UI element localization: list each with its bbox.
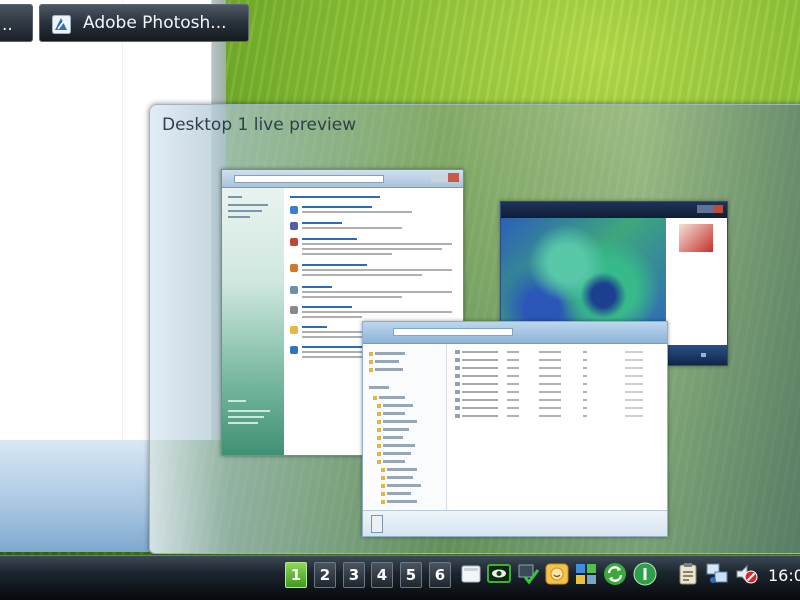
thumbnail-window-buttons: [697, 205, 723, 213]
thumbnail-titlebar: [501, 202, 727, 218]
desktop-1-button[interactable]: 1: [285, 562, 307, 588]
taskbar-button-label: ..: [2, 15, 13, 35]
volume-muted-icon[interactable]: [734, 562, 758, 586]
desktop-5-button[interactable]: 5: [400, 562, 422, 588]
green-info-icon[interactable]: [633, 562, 657, 586]
thumbnail-address-bar: [393, 328, 513, 336]
taskbar-clock[interactable]: 16:0: [768, 566, 800, 585]
preview-title: Desktop 1 live preview: [162, 115, 357, 135]
taskbar-button-previous[interactable]: ..: [0, 4, 33, 42]
thumbnail-sidebar: [222, 188, 284, 455]
thumbnail-window-buttons: [431, 173, 459, 182]
desktop-show-icon[interactable]: [459, 562, 483, 586]
thumbnail-address-bar: [234, 175, 384, 183]
file-thumbnail: [371, 515, 383, 533]
explorer-file-list: [451, 344, 663, 514]
network-icon[interactable]: [705, 562, 729, 586]
desktop-3-button[interactable]: 3: [343, 562, 365, 588]
desktop-6-button[interactable]: 6: [429, 562, 451, 588]
checkmark-window-icon[interactable]: [516, 562, 540, 586]
photoshop-icon: [52, 15, 71, 34]
explorer-details-pane: [363, 510, 667, 536]
messenger-icon[interactable]: [545, 562, 569, 586]
thumbnail-titlebar: [222, 170, 463, 188]
app-grid-icon[interactable]: [574, 562, 598, 586]
sync-arrows-icon[interactable]: [603, 562, 627, 586]
album-art: [679, 224, 713, 252]
desktop-2-button[interactable]: 2: [314, 562, 336, 588]
background-window-divider: [122, 0, 123, 440]
eye-monitor-icon[interactable]: [487, 562, 511, 586]
thumbnail-titlebar: [363, 322, 667, 344]
preview-thumbnail-explorer[interactable]: [362, 321, 668, 537]
clipboard-icon[interactable]: [676, 562, 700, 586]
explorer-navigation-pane: [363, 344, 447, 514]
taskbar-button-photoshop[interactable]: Adobe Photosh...: [39, 4, 249, 42]
background-desktop-area: [0, 440, 150, 552]
desktop-4-button[interactable]: 4: [371, 562, 393, 588]
taskbar-button-label: Adobe Photosh...: [83, 13, 227, 33]
desktop-live-preview[interactable]: Desktop 1 live preview: [149, 104, 800, 554]
